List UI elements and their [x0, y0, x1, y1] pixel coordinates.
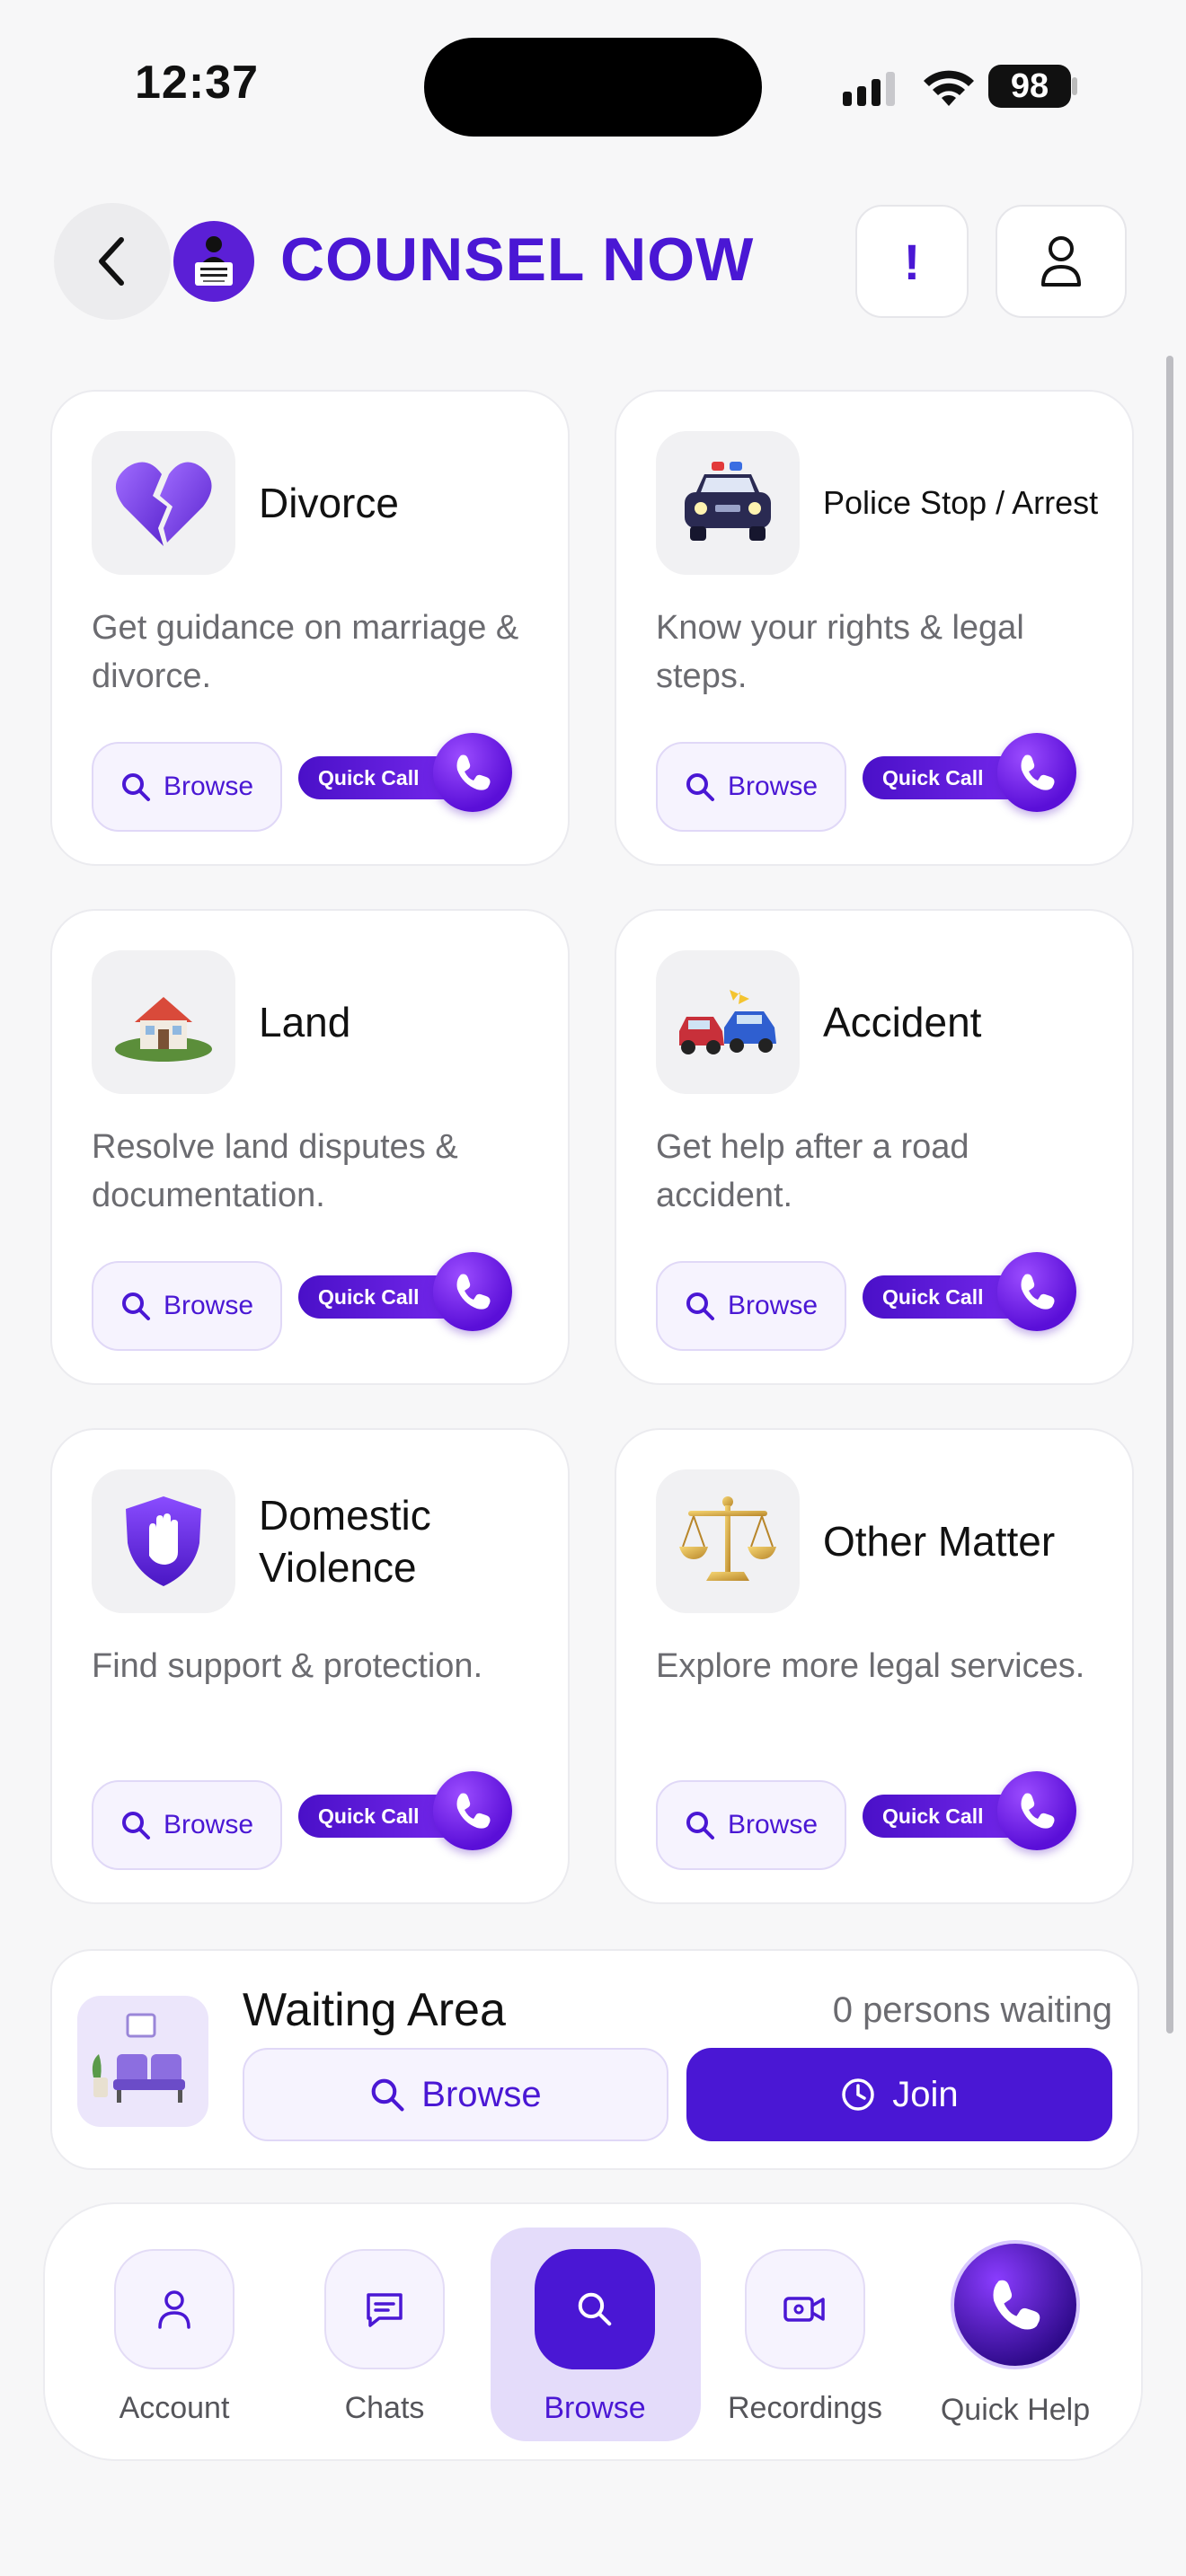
person-icon: [114, 2249, 235, 2369]
browse-button[interactable]: Browse: [656, 1261, 846, 1351]
attorney-logo-icon: [195, 236, 233, 286]
card-title: Police Stop / Arrest: [823, 484, 1099, 521]
phone-icon: [433, 733, 512, 812]
wifi-icon: [924, 70, 974, 106]
nav-label: Browse: [544, 2391, 646, 2425]
quick-call-button[interactable]: Quick Call: [863, 1252, 1076, 1351]
waiting-count: 0 persons waiting: [832, 1990, 1112, 2030]
card-title: Divorce: [259, 480, 399, 526]
scales-icon: [656, 1469, 800, 1613]
browse-label: Browse: [163, 1810, 254, 1839]
nav-label: Recordings: [728, 2391, 882, 2425]
waiting-area-title: Waiting Area: [243, 1984, 506, 2036]
battery-tip: [1072, 77, 1077, 95]
house-on-land-icon: [92, 950, 235, 1094]
waiting-room-icon: [77, 1996, 208, 2127]
browse-button[interactable]: Browse: [92, 742, 282, 832]
search-icon: [121, 1292, 150, 1320]
card-title: Domestic Violence: [259, 1492, 431, 1591]
card-description: Find support & protection.: [92, 1647, 483, 1685]
card-title: Other Matter: [823, 1518, 1056, 1565]
phone-icon: [433, 1771, 512, 1850]
waiting-area-card: Waiting Area 0 persons waiting Browse Jo…: [50, 1949, 1139, 2170]
video-icon: [745, 2249, 865, 2369]
browse-button[interactable]: Browse: [92, 1780, 282, 1870]
police-car-icon: [656, 431, 800, 575]
category-card-divorce[interactable]: Divorce Get guidance on marriage & divor…: [50, 390, 570, 866]
nav-account[interactable]: Account: [84, 2204, 264, 2463]
phone-icon: [951, 2240, 1080, 2369]
browse-label: Browse: [163, 772, 254, 801]
quick-call-button[interactable]: Quick Call: [298, 733, 512, 832]
nav-chats[interactable]: Chats: [295, 2204, 474, 2463]
browse-button[interactable]: Browse: [656, 1780, 846, 1870]
quick-call-button[interactable]: Quick Call: [863, 733, 1076, 832]
quick-call-button[interactable]: Quick Call: [298, 1771, 512, 1870]
card-title: Land: [259, 999, 351, 1045]
quick-call-button[interactable]: Quick Call: [298, 1252, 512, 1351]
browse-button[interactable]: Browse: [92, 1261, 282, 1351]
status-time: 12:37: [135, 57, 259, 109]
clock-icon: [842, 2078, 875, 2111]
quick-call-button[interactable]: Quick Call: [863, 1771, 1076, 1870]
browse-button[interactable]: Browse: [656, 742, 846, 832]
join-label: Join: [892, 2074, 959, 2114]
browse-label: Browse: [727, 1810, 819, 1839]
scrollbar[interactable]: [1166, 356, 1173, 2033]
chat-icon: [324, 2249, 445, 2369]
search-icon: [371, 2078, 404, 2112]
category-card-land[interactable]: Land Resolve land disputes & documentati…: [50, 909, 570, 1385]
phone-icon: [997, 1252, 1076, 1331]
search-icon: [121, 1812, 150, 1839]
nav-browse[interactable]: Browse: [505, 2204, 685, 2463]
nav-label: Chats: [344, 2391, 425, 2425]
battery-indicator: 98: [988, 65, 1071, 108]
car-collision-icon: [656, 950, 800, 1094]
nav-recordings[interactable]: Recordings: [715, 2204, 895, 2463]
nav-label: Account: [119, 2391, 230, 2425]
search-icon: [686, 1812, 714, 1839]
phone-icon: [997, 733, 1076, 812]
category-card-other-matter[interactable]: Other Matter Explore more legal services…: [615, 1428, 1134, 1904]
category-card-domestic-violence[interactable]: Domestic Violence Find support & protect…: [50, 1428, 570, 1904]
nav-quick-help[interactable]: Quick Help: [925, 2204, 1105, 2463]
bottom-nav: Account Chats Browse Recordings Quick He…: [43, 2202, 1143, 2461]
app-logo: [173, 221, 254, 302]
join-button[interactable]: Join: [686, 2048, 1112, 2141]
shield-hand-icon: [92, 1469, 235, 1613]
page-title: COUNSEL NOW: [280, 225, 755, 294]
card-description: Get help after a road accident.: [656, 1128, 969, 1214]
chevron-left-icon: [99, 237, 124, 286]
card-description: Know your rights & legal steps.: [656, 609, 1024, 695]
broken-heart-icon: [92, 431, 235, 575]
search-icon: [121, 773, 150, 801]
card-description: Get guidance on marriage & divorce.: [92, 609, 519, 695]
signal-icon: [843, 72, 895, 106]
search-icon: [686, 773, 714, 801]
card-description: Explore more legal services.: [656, 1647, 1085, 1685]
phone-icon: [433, 1252, 512, 1331]
nav-label: Quick Help: [940, 2393, 1091, 2427]
browse-label: Browse: [727, 772, 819, 801]
browse-label: Browse: [163, 1291, 254, 1320]
search-icon: [535, 2249, 655, 2369]
waiting-browse-label: Browse: [421, 2074, 542, 2114]
card-title: Accident: [823, 999, 982, 1045]
profile-button[interactable]: [996, 205, 1127, 318]
search-icon: [686, 1292, 714, 1320]
user-icon: [1041, 236, 1081, 287]
alert-button[interactable]: !: [855, 205, 969, 318]
card-description: Resolve land disputes & documentation.: [92, 1128, 458, 1214]
dynamic-island: [424, 38, 762, 137]
category-card-accident[interactable]: Accident Get help after a road accident.…: [615, 909, 1134, 1385]
phone-icon: [997, 1771, 1076, 1850]
waiting-browse-button[interactable]: Browse: [243, 2048, 668, 2141]
back-button[interactable]: [54, 203, 171, 320]
browse-label: Browse: [727, 1291, 819, 1320]
category-card-police-stop[interactable]: Police Stop / Arrest Know your rights & …: [615, 390, 1134, 866]
alert-label: !: [903, 233, 921, 290]
